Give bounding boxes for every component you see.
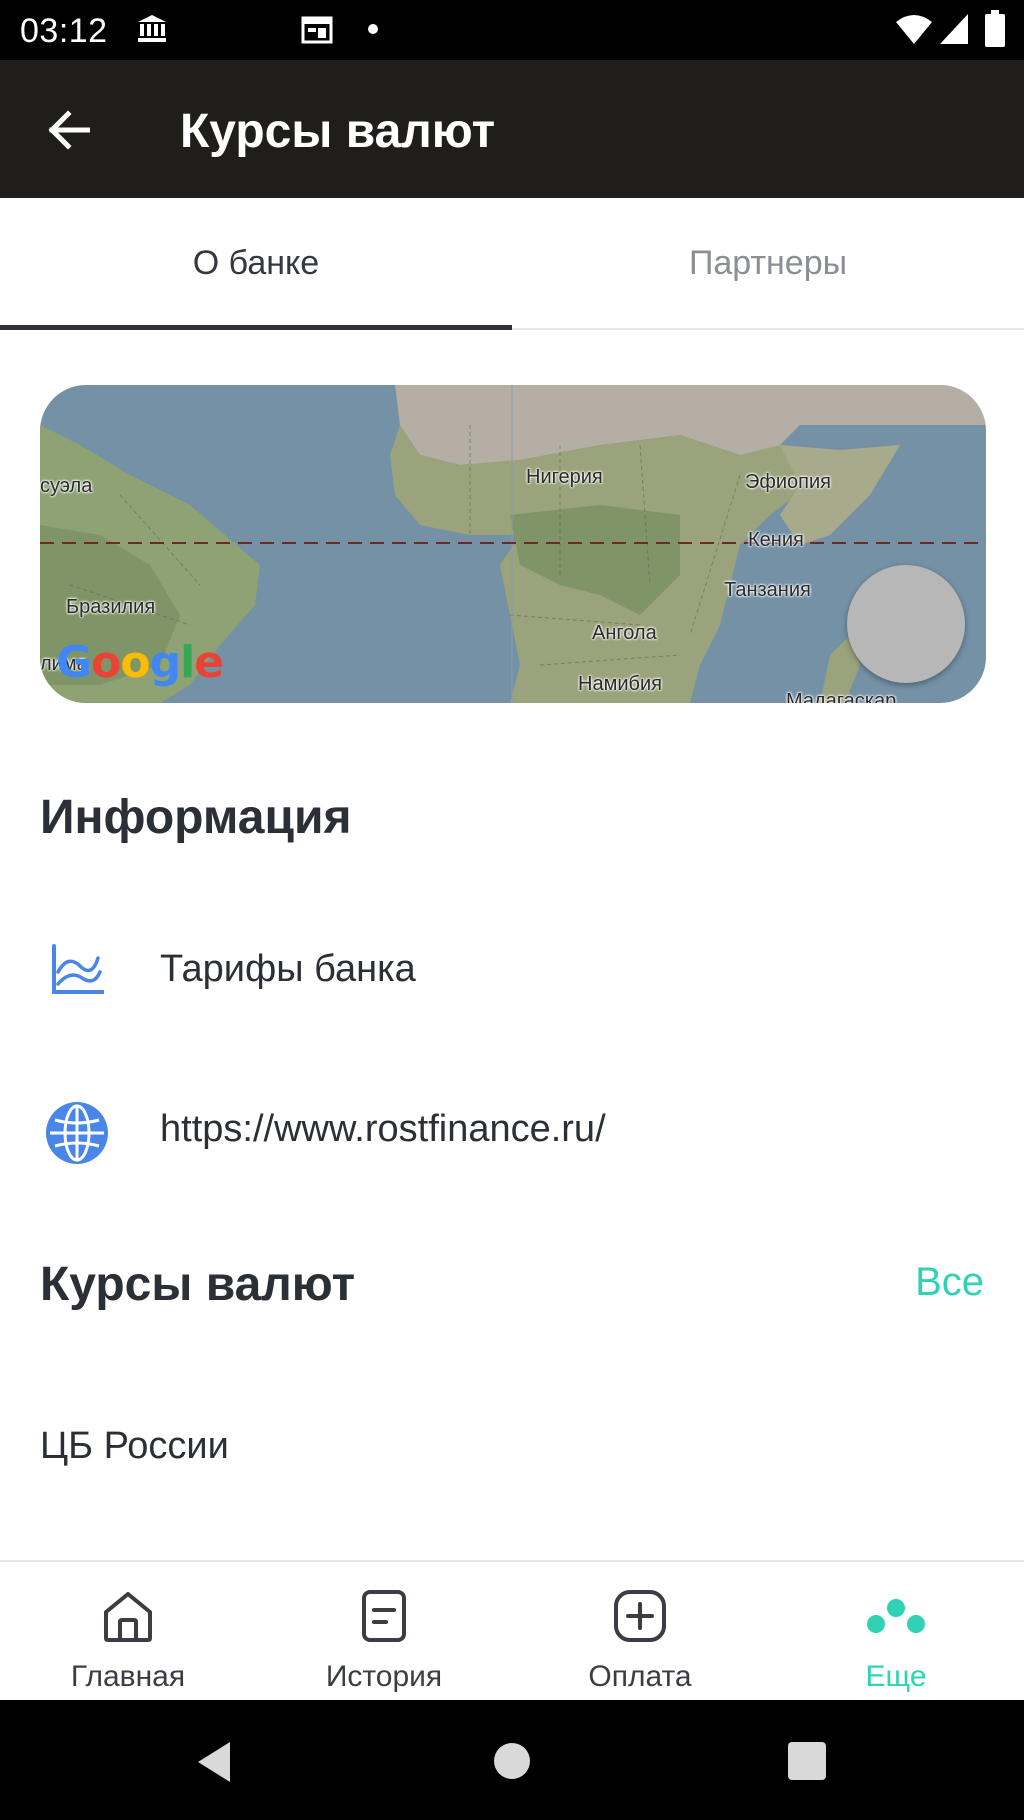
website-url: https://www.rostfinance.ru/ xyxy=(160,1108,606,1150)
tab-about-bank[interactable]: О банке xyxy=(0,198,512,328)
signal-icon xyxy=(938,12,970,51)
battery-icon xyxy=(984,10,1006,53)
bank-icon xyxy=(135,12,169,51)
globe-icon xyxy=(44,1100,116,1164)
map-label: Мадагаскар xyxy=(786,690,897,703)
tab-label: Партнеры xyxy=(688,243,848,282)
tab-label: О банке xyxy=(192,243,320,282)
rates-heading: Курсы валют xyxy=(40,1258,356,1311)
status-bar: 03:12 xyxy=(0,0,1024,60)
bottom-navigation: Главная История Оплата Еще xyxy=(0,1560,1024,1702)
google-logo: Google xyxy=(56,637,224,688)
arrow-left-icon xyxy=(48,110,90,150)
map-view[interactable]: суэла Нигерия Эфиопия Кения Бразилия Тан… xyxy=(40,385,986,703)
tab-bar: О банке Партнеры xyxy=(0,198,1024,330)
page-title: Курсы валют xyxy=(180,105,496,158)
see-all-link[interactable]: Все xyxy=(915,1260,984,1305)
nav-more[interactable]: Еще xyxy=(768,1562,1024,1702)
rate-source-label: ЦБ России xyxy=(40,1425,229,1467)
map-label: суэла xyxy=(40,475,93,497)
nav-label: Главная xyxy=(70,1660,186,1693)
tariffs-item[interactable]: Тарифы банка xyxy=(0,910,1024,1030)
chart-line-icon xyxy=(44,940,116,1004)
nav-history[interactable]: История xyxy=(256,1562,512,1702)
map-label: Кения xyxy=(748,529,804,551)
home-icon xyxy=(98,1586,158,1651)
history-icon xyxy=(354,1586,414,1651)
map-label: Эфиопия xyxy=(745,471,831,493)
map-label: Бразилия xyxy=(66,596,156,618)
app-bar: Курсы валют xyxy=(0,60,1024,198)
nav-label: История xyxy=(325,1660,443,1693)
info-heading: Информация xyxy=(40,791,352,844)
tab-partners[interactable]: Партнеры xyxy=(512,198,1024,328)
tariffs-label: Тарифы банка xyxy=(160,948,416,990)
system-recents-button[interactable] xyxy=(788,1742,826,1785)
nav-home[interactable]: Главная xyxy=(0,1562,256,1702)
map-location-button[interactable] xyxy=(847,565,965,683)
dot-icon xyxy=(366,22,380,41)
wifi-icon xyxy=(895,12,933,51)
website-link[interactable]: https://www.rostfinance.ru/ xyxy=(0,1070,1024,1190)
status-time: 03:12 xyxy=(20,12,108,50)
tab-indicator xyxy=(0,325,512,330)
system-home-button[interactable] xyxy=(493,1742,531,1785)
calendar-icon xyxy=(300,12,334,51)
nav-label: Еще xyxy=(865,1660,927,1693)
nav-label: Оплата xyxy=(588,1660,692,1693)
map-label: Нигерия xyxy=(526,466,603,488)
add-square-icon xyxy=(610,1586,670,1651)
map-label: Танзания xyxy=(724,579,811,601)
system-navigation-bar xyxy=(0,1700,1024,1820)
map-label: Намибия xyxy=(578,673,662,695)
map-label: Ангола xyxy=(592,622,657,644)
system-back-button[interactable] xyxy=(194,1740,234,1789)
more-dots-icon xyxy=(866,1586,926,1651)
nav-payment[interactable]: Оплата xyxy=(512,1562,768,1702)
back-button[interactable] xyxy=(38,102,98,158)
